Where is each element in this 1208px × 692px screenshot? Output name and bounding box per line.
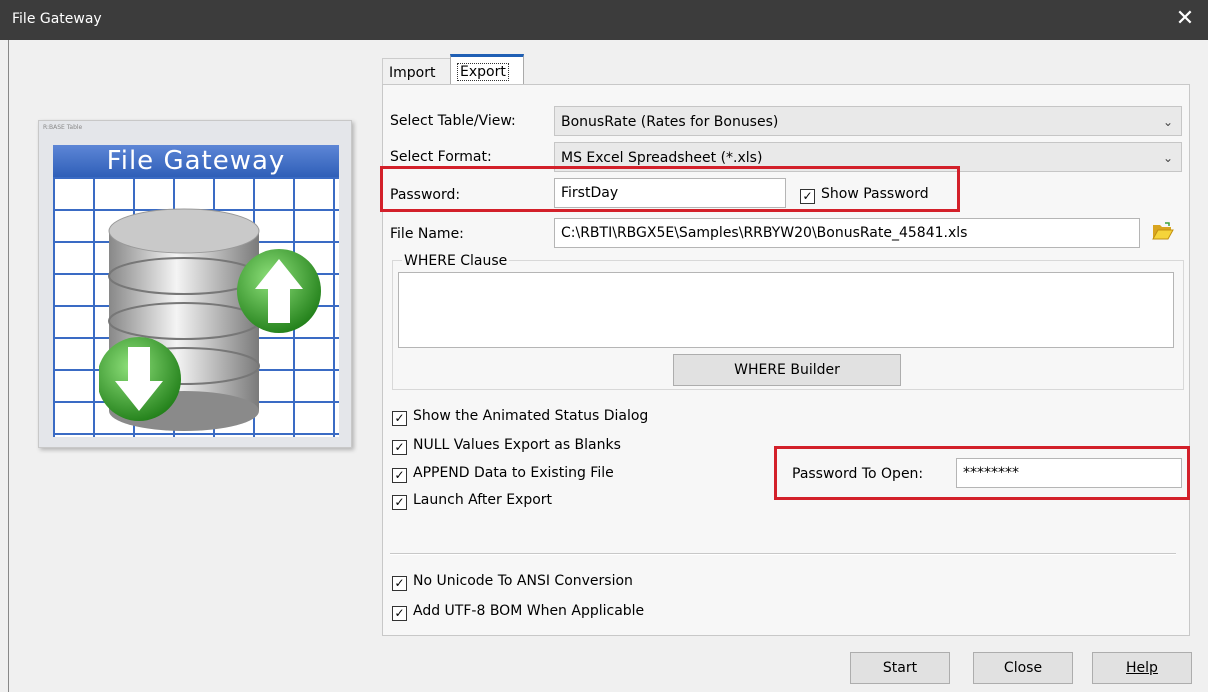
where-clause-textarea[interactable] <box>398 272 1174 348</box>
checkbox-checked-icon: ✓ <box>392 495 407 510</box>
help-button[interactable]: Help <box>1092 652 1192 684</box>
password-open-highlight-box <box>774 446 1190 500</box>
password-highlight-box <box>380 166 960 212</box>
where-clause-title: WHERE Clause <box>402 253 510 269</box>
filename-label: File Name: <box>390 226 464 242</box>
option-label: No Unicode To ANSI Conversion <box>413 573 633 589</box>
checkbox-checked-icon: ✓ <box>392 440 407 455</box>
option-null-blanks[interactable]: ✓ NULL Values Export as Blanks <box>392 437 621 455</box>
table-select[interactable]: BonusRate (Rates for Bonuses) ⌄ <box>554 106 1182 136</box>
table-label: Select Table/View: <box>390 113 516 129</box>
logo-caption: R:BASE Table <box>43 124 83 131</box>
database-arrows-icon <box>99 208 321 431</box>
format-label: Select Format: <box>390 149 492 165</box>
checkbox-checked-icon: ✓ <box>392 576 407 591</box>
title-bar: File Gateway ✕ <box>0 0 1208 40</box>
tab-export[interactable]: Export <box>450 54 524 87</box>
option-label: Show the Animated Status Dialog <box>413 408 649 424</box>
checkbox-checked-icon: ✓ <box>392 606 407 621</box>
option-utf8-bom[interactable]: ✓ Add UTF-8 BOM When Applicable <box>392 603 644 621</box>
option-animated-status[interactable]: ✓ Show the Animated Status Dialog <box>392 408 648 426</box>
folder-open-icon[interactable] <box>1152 222 1174 240</box>
checkbox-checked-icon: ✓ <box>392 411 407 426</box>
option-append-data[interactable]: ✓ APPEND Data to Existing File <box>392 465 614 483</box>
option-launch-after[interactable]: ✓ Launch After Export <box>392 492 552 510</box>
option-no-unicode[interactable]: ✓ No Unicode To ANSI Conversion <box>392 573 633 591</box>
format-select-value: MS Excel Spreadsheet (*.xls) <box>561 150 763 166</box>
separator <box>390 553 1176 555</box>
tab-import[interactable]: Import <box>382 58 454 87</box>
option-label: Add UTF-8 BOM When Applicable <box>413 603 645 619</box>
start-button[interactable]: Start <box>850 652 950 684</box>
file-gateway-logo: R:BASE Table File Gateway <box>38 120 352 448</box>
tab-export-label: Export <box>457 63 509 81</box>
window-title: File Gateway <box>12 11 102 27</box>
close-button[interactable]: Close <box>973 652 1073 684</box>
logo-banner: File Gateway <box>53 145 339 177</box>
option-label: NULL Values Export as Blanks <box>413 437 621 453</box>
where-builder-button[interactable]: WHERE Builder <box>673 354 901 386</box>
checkbox-checked-icon: ✓ <box>392 468 407 483</box>
chevron-down-icon: ⌄ <box>1162 151 1173 165</box>
close-icon[interactable]: ✕ <box>1172 6 1198 32</box>
table-select-value: BonusRate (Rates for Bonuses) <box>561 114 779 130</box>
option-label: APPEND Data to Existing File <box>413 465 614 481</box>
filename-input[interactable]: C:\RBTI\RBGX5E\Samples\RRBYW20\BonusRate… <box>554 218 1140 248</box>
option-label: Launch After Export <box>413 492 553 508</box>
chevron-down-icon: ⌄ <box>1162 115 1173 129</box>
